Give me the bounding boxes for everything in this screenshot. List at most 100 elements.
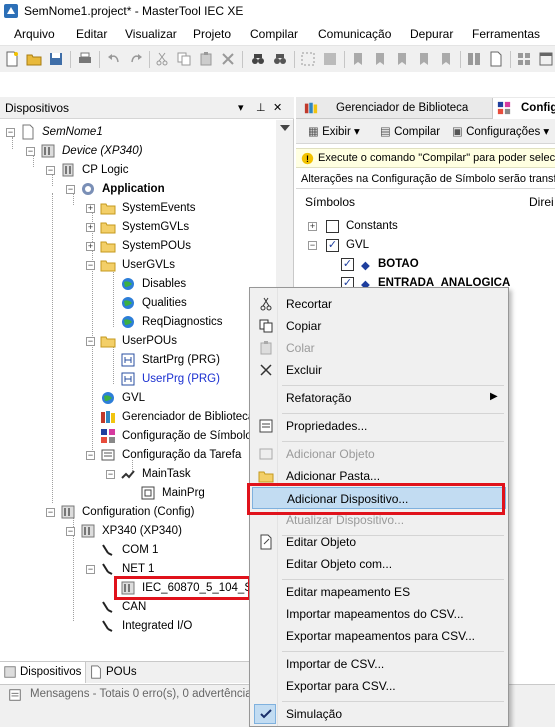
menu-comunicacao[interactable]: Comunicação bbox=[318, 27, 391, 41]
program-icon bbox=[121, 353, 135, 367]
menu-propriedades[interactable]: Propriedades... bbox=[252, 415, 506, 437]
scroll-arrow-icon[interactable] bbox=[280, 125, 290, 131]
menu-bar: Arquivo Editar Visualizar Projeto Compil… bbox=[0, 22, 555, 45]
gvl-checkbox[interactable]: ✓ bbox=[326, 239, 339, 252]
menu-simulacao[interactable]: Simulação bbox=[252, 703, 506, 725]
build-icon[interactable] bbox=[322, 51, 338, 67]
dropdown-icon[interactable]: ▾ bbox=[238, 101, 244, 114]
tree-start-prg-label: StartPrg (PRG) bbox=[142, 354, 220, 366]
menu-refatoracao[interactable]: Refatoração ▶ bbox=[252, 387, 506, 409]
select-all-icon[interactable] bbox=[300, 51, 316, 67]
menu-adicionar-objeto-label: Adicionar Objeto bbox=[286, 447, 375, 461]
open-folder-icon[interactable] bbox=[26, 51, 42, 67]
constants-checkbox[interactable] bbox=[326, 220, 339, 233]
pous-tab-icon bbox=[91, 665, 101, 679]
gear-icon bbox=[82, 183, 94, 195]
menu-copiar[interactable]: Copiar bbox=[252, 315, 506, 337]
paste-icon[interactable] bbox=[198, 51, 214, 67]
messages-text: Mensagens - Totais 0 erro(s), 0 advertên… bbox=[30, 688, 252, 700]
app-icon bbox=[4, 4, 18, 18]
editor-tabs: Gerenciador de Biblioteca Configu bbox=[296, 97, 555, 119]
compile-notice-text: Execute o comando "Compilar" para poder … bbox=[318, 152, 555, 164]
menu-editar-objeto-com-label: Editar Objeto com... bbox=[286, 557, 393, 571]
compile-button[interactable]: ▤ Compilar bbox=[380, 124, 440, 138]
copy-icon[interactable] bbox=[176, 51, 192, 67]
view-button[interactable]: ▦ Exibir ▾ bbox=[308, 124, 360, 138]
tree-user-gvls-label: UserGVLs bbox=[122, 259, 176, 271]
serial-port-icon bbox=[102, 544, 113, 556]
tab-library-manager[interactable]: Gerenciador de Biblioteca bbox=[300, 98, 490, 119]
configurations-button[interactable]: ▣ Configurações ▾ bbox=[452, 124, 549, 138]
menu-exportar-csv[interactable]: Exportar para CSV... bbox=[252, 675, 506, 697]
menu-simulacao-label: Simulação bbox=[286, 707, 343, 721]
menu-editar-objeto-com[interactable]: Editar Objeto com... bbox=[252, 553, 506, 575]
task-config-icon bbox=[101, 449, 115, 461]
globe-icon bbox=[122, 316, 134, 328]
delete-icon[interactable] bbox=[220, 51, 236, 67]
symbol-config-icon bbox=[101, 429, 115, 443]
folder-icon bbox=[100, 241, 116, 253]
menu-arquivo[interactable]: Arquivo bbox=[14, 27, 55, 41]
tree-system-gvls-label: SystemGVLs bbox=[122, 221, 190, 233]
library-icon[interactable] bbox=[466, 51, 482, 67]
step-icon[interactable] bbox=[372, 51, 388, 67]
menu-exportar-mapeamentos[interactable]: Exportar mapeamentos para CSV... bbox=[252, 625, 506, 647]
menu-atualizar-dispositivo-label: Atualizar Dispositivo... bbox=[286, 513, 405, 527]
menu-recortar[interactable]: Recortar bbox=[252, 293, 506, 315]
find-icon[interactable] bbox=[250, 51, 266, 67]
tree-project-label: SemNome1 bbox=[42, 126, 103, 138]
pin-icon[interactable]: ⊥ bbox=[256, 101, 266, 114]
symbol-botao-label: BOTAO bbox=[378, 258, 419, 270]
step-over-icon[interactable] bbox=[394, 51, 410, 67]
col-rights: Direi bbox=[529, 195, 554, 209]
step-out-icon[interactable] bbox=[438, 51, 454, 67]
col-symbols: Símbolos bbox=[305, 195, 356, 209]
botao-checkbox[interactable]: ✓ bbox=[341, 258, 354, 271]
globe-icon bbox=[122, 278, 134, 290]
program-icon bbox=[121, 372, 135, 386]
window-icon[interactable] bbox=[538, 51, 554, 67]
main-toolbar bbox=[0, 45, 555, 72]
folder-icon bbox=[100, 222, 116, 234]
menu-projeto[interactable]: Projeto bbox=[193, 27, 231, 41]
variable-icon: ◆ bbox=[361, 260, 370, 272]
replace-icon[interactable] bbox=[272, 51, 288, 67]
title-bar: SemNome1.project* - MasterTool IEC XE bbox=[0, 0, 555, 22]
menu-editar-mapeamento[interactable]: Editar mapeamento ES bbox=[252, 581, 506, 603]
plc-logic-icon bbox=[62, 163, 74, 177]
menu-ferramentas[interactable]: Ferramentas bbox=[472, 27, 540, 41]
close-icon[interactable]: ✕ bbox=[273, 101, 282, 114]
add-object-icon bbox=[259, 448, 273, 460]
menu-compilar[interactable]: Compilar bbox=[250, 27, 298, 41]
cut-icon[interactable] bbox=[154, 51, 170, 67]
save-icon[interactable] bbox=[48, 51, 64, 67]
menu-editar[interactable]: Editar bbox=[76, 27, 107, 41]
annotation-box-menu bbox=[247, 483, 505, 515]
transfer-notice-text: Alterações na Configuração de Símbolo se… bbox=[301, 173, 555, 185]
tab-symbol-config[interactable]: Configu bbox=[492, 98, 555, 119]
menu-importar-csv[interactable]: Importar de CSV... bbox=[252, 653, 506, 675]
tree-disables-label: Disables bbox=[142, 278, 187, 290]
tab-dispositivos[interactable]: Dispositivos bbox=[0, 662, 87, 683]
io-port-icon bbox=[102, 620, 113, 632]
menu-excluir[interactable]: Excluir bbox=[252, 359, 506, 381]
print-icon[interactable] bbox=[77, 51, 93, 67]
menu-adicionar-objeto[interactable]: Adicionar Objeto bbox=[252, 443, 506, 465]
menu-editar-objeto[interactable]: Editar Objeto bbox=[252, 531, 506, 553]
menu-colar[interactable]: Colar bbox=[252, 337, 506, 359]
menu-depurar[interactable]: Depurar bbox=[410, 27, 453, 41]
breakpoint-icon[interactable] bbox=[350, 51, 366, 67]
messages-icon bbox=[9, 689, 21, 701]
undo-icon[interactable] bbox=[106, 51, 122, 67]
new-file-icon[interactable] bbox=[4, 51, 20, 67]
menu-colar-label: Colar bbox=[286, 341, 315, 355]
document-icon[interactable] bbox=[488, 51, 504, 67]
step-into-icon[interactable] bbox=[416, 51, 432, 67]
menu-importar-mapeamentos[interactable]: Importar mapeamentos do CSV... bbox=[252, 603, 506, 625]
grid-icon[interactable] bbox=[516, 51, 532, 67]
devices-panel-header: Dispositivos ▾ ⊥ ✕ bbox=[0, 97, 294, 119]
tree-xp340-label: XP340 (XP340) bbox=[102, 525, 182, 537]
menu-visualizar[interactable]: Visualizar bbox=[125, 27, 177, 41]
redo-icon[interactable] bbox=[128, 51, 144, 67]
tab-pous[interactable]: POUs bbox=[86, 662, 141, 683]
